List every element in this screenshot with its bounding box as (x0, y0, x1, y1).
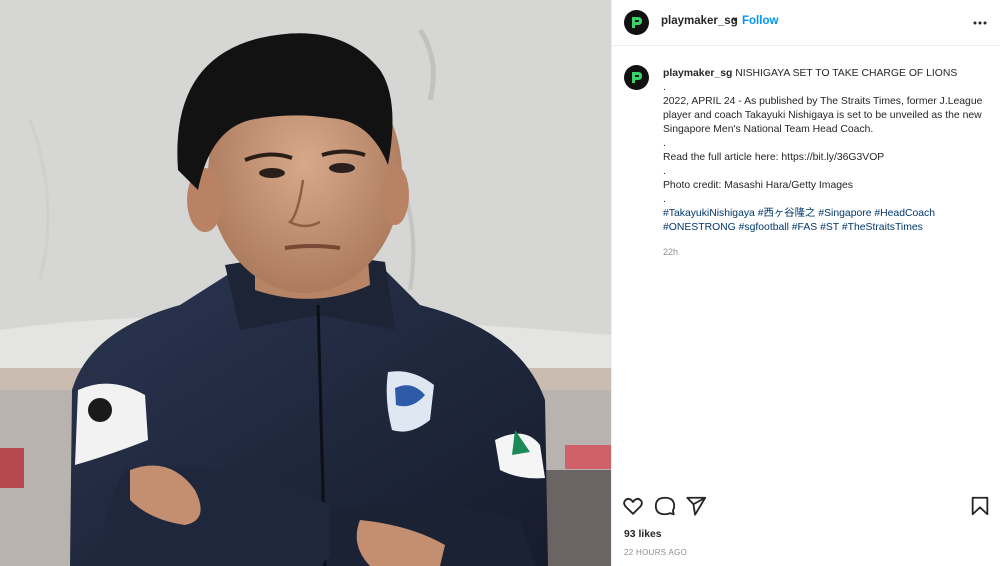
caption-divider: . (663, 138, 666, 149)
post-caption: playmaker_sg NISHIGAYA SET TO TAKE CHARG… (663, 67, 993, 235)
caption-divider: . (663, 82, 666, 93)
post-timestamp[interactable]: 22 HOURS AGO (624, 548, 687, 557)
post-modal: playmaker_sg • Follow playmaker_sg NISHI… (0, 0, 1000, 566)
post-photo[interactable] (0, 0, 611, 566)
share-icon[interactable] (685, 495, 707, 517)
caption-username[interactable]: playmaker_sg (663, 68, 732, 79)
avatar[interactable] (624, 10, 649, 35)
caption-age: 22h (663, 247, 679, 257)
caption-divider: . (663, 194, 666, 205)
header-separator: • (733, 14, 737, 26)
caption-body: 2022, APRIL 24 - As published by The Str… (663, 96, 983, 135)
coach-photo-image (0, 0, 611, 566)
likes-count[interactable]: 93 likes (624, 529, 662, 540)
comment-icon[interactable] (654, 495, 676, 517)
more-horizontal-icon[interactable] (973, 14, 987, 32)
playmaker-logo-icon (632, 72, 642, 83)
caption-divider: . (663, 166, 666, 177)
header-username[interactable]: playmaker_sg (661, 15, 738, 27)
playmaker-logo-icon (632, 17, 642, 28)
follow-button[interactable]: Follow (742, 15, 778, 27)
caption-credit: Photo credit: Masashi Hara/Getty Images (663, 180, 853, 191)
post-details-panel: playmaker_sg • Follow playmaker_sg NISHI… (611, 0, 1000, 566)
bookmark-icon[interactable] (969, 495, 991, 517)
caption-hashtags[interactable]: #TakayukiNishigaya #西ヶ谷隆之 #Singapore #He… (663, 207, 993, 235)
heart-icon[interactable] (622, 495, 644, 517)
caption-read-more: Read the full article here: https://bit.… (663, 152, 885, 163)
post-header: playmaker_sg • Follow (612, 0, 1000, 46)
caption-avatar[interactable] (624, 65, 649, 90)
action-bar (612, 489, 1000, 523)
caption-headline: NISHIGAYA SET TO TAKE CHARGE OF LIONS (735, 68, 958, 79)
